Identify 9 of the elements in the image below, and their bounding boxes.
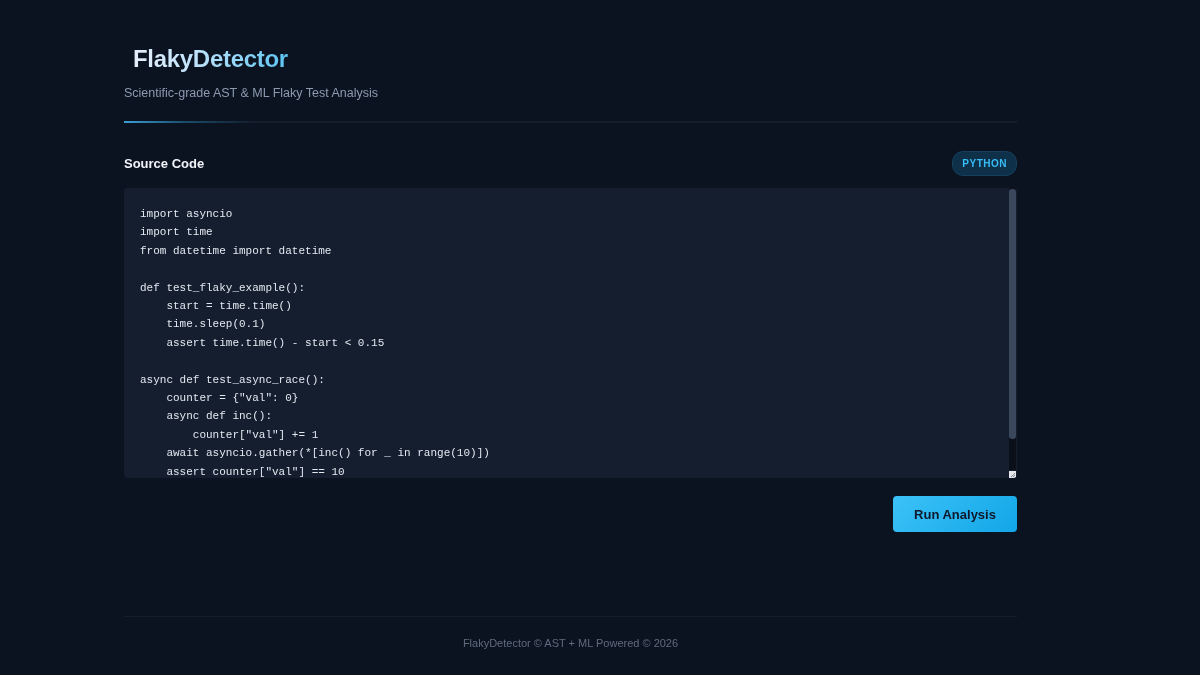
footer-text: FlakyDetector © AST + ML Powered © 2026 bbox=[462, 637, 679, 649]
code-text: import asyncio import time from datetime import datetime def test_flaky_example(): start = time.time() time.sleep(0.1) assert time.time() - start < 0.15 async def test_async_race(): counter = {"val": 0} async def inc(): counter["val"] += 1 await asyncio.gather(*[inc() for _ in range(10)]) assert counter["val"] == 10 bbox=[139, 207, 491, 478]
resize-grip-icon[interactable] bbox=[1009, 471, 1016, 478]
code-editor-field[interactable] bbox=[124, 188, 1017, 478]
run-analysis-button[interactable]: Run Analysis bbox=[893, 496, 1017, 532]
language-badge: PYTHON bbox=[952, 151, 1017, 176]
scrollbar[interactable] bbox=[1009, 188, 1016, 470]
app-subtitle: Scientific-grade AST & ML Flaky Test Analysis bbox=[124, 85, 379, 102]
section-label: Source Code bbox=[124, 156, 205, 171]
